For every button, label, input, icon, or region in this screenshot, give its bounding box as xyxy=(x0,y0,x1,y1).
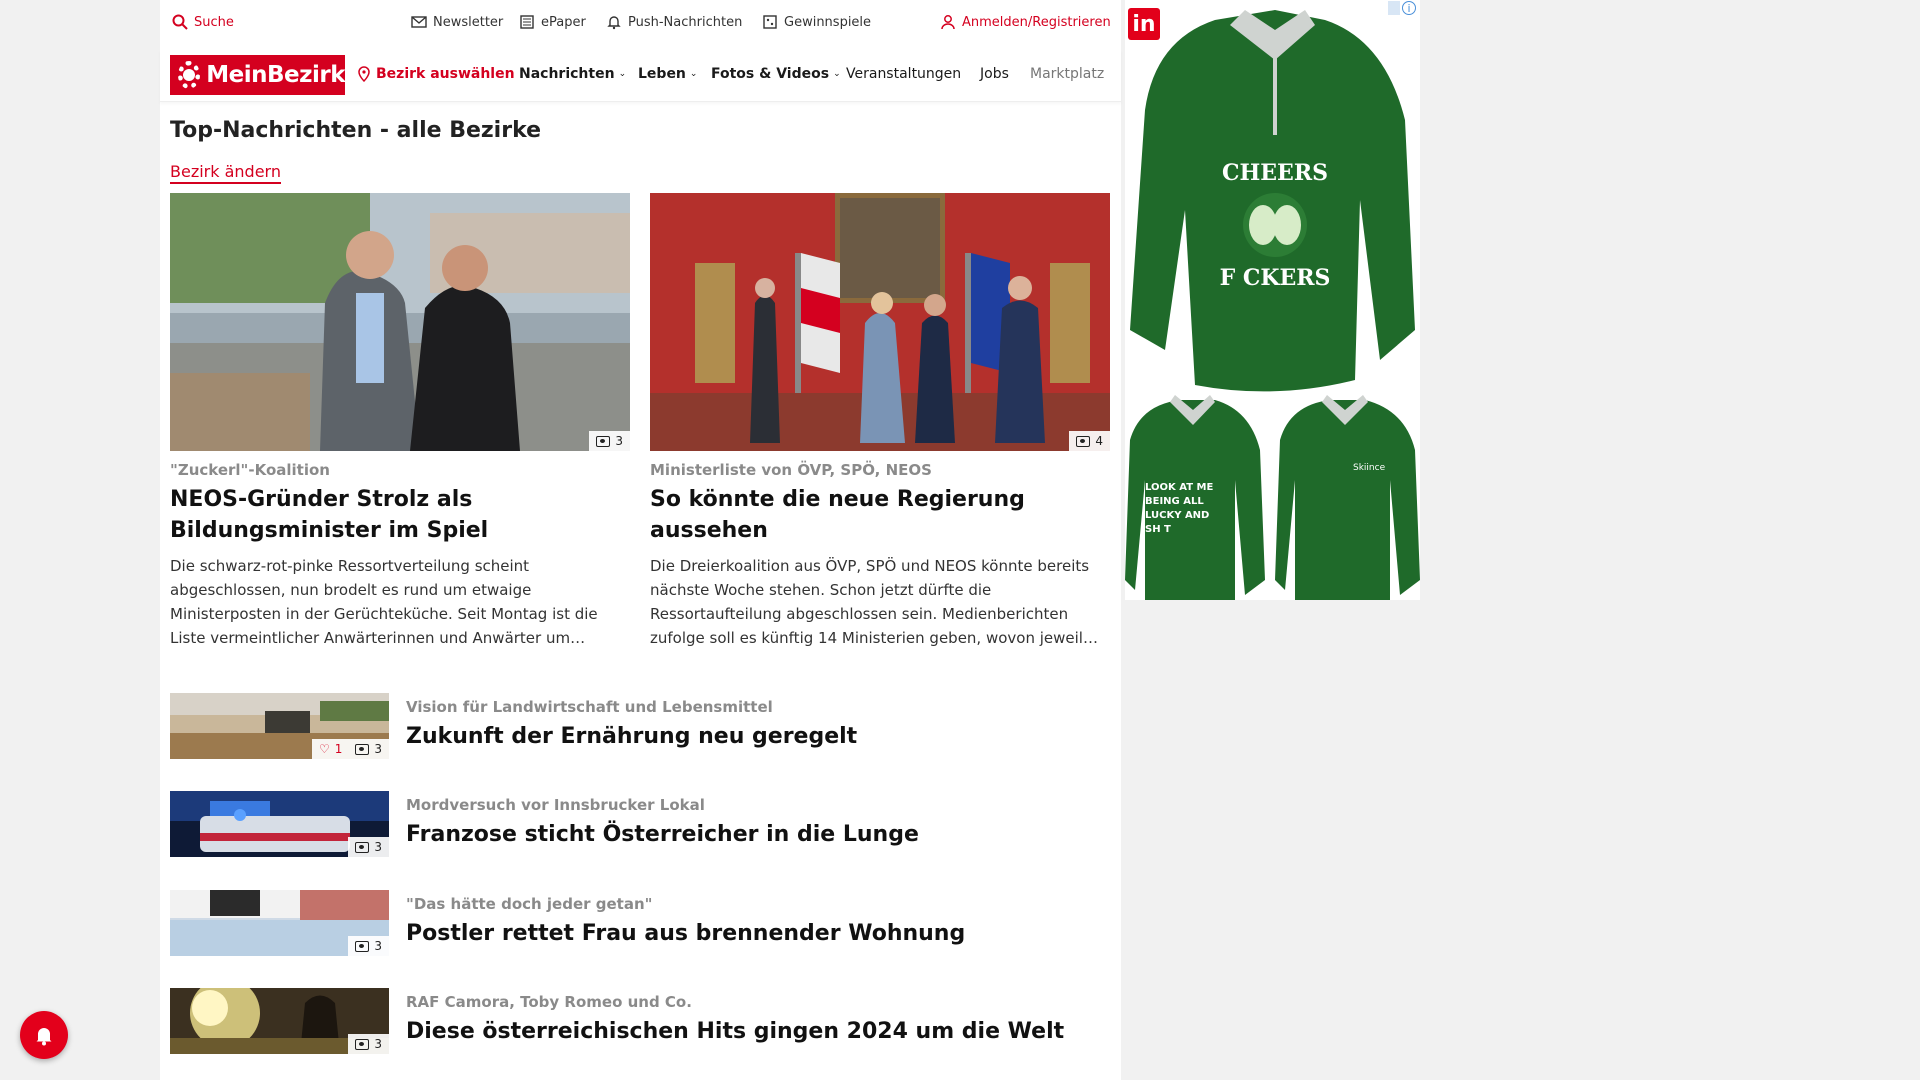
gallery-count-badge: 3 xyxy=(348,1034,389,1054)
nav-label: Leben xyxy=(638,66,686,82)
list-item[interactable]: 3 "Das hätte doch jeder getan" Postler r… xyxy=(170,890,1110,956)
nav-label: Jobs xyxy=(980,66,1009,82)
list-item[interactable]: ♡ 1 3 Vision für Landwirtschaft und Lebe… xyxy=(170,693,1110,759)
camera-icon xyxy=(355,940,370,952)
image-count: 3 xyxy=(615,434,623,448)
camera-icon xyxy=(355,1038,370,1050)
mail-icon xyxy=(411,16,427,28)
article-thumbnail: 3 xyxy=(170,791,389,857)
bezirk-select-label: Bezirk auswählen xyxy=(376,66,515,82)
chevron-down-icon: ⌄ xyxy=(689,69,698,79)
article-headline[interactable]: Franzose sticht Österreicher in die Lung… xyxy=(406,819,919,850)
gallery-count-badge: 3 xyxy=(589,431,630,451)
article-kicker: "Zuckerl"-Koalition xyxy=(170,461,330,479)
ad-shirt-image: CHEERS F CKERS LOOK AT ME BEING ALL LUCK… xyxy=(1125,10,1420,600)
nav-item-marktplatz[interactable]: Marktplatz xyxy=(1030,66,1104,82)
login-link[interactable]: Anmelden/Registrieren xyxy=(940,14,1111,30)
image-count: 3 xyxy=(374,840,382,854)
article-kicker: Mordversuch vor Innsbrucker Lokal xyxy=(406,796,705,814)
newspaper-icon xyxy=(520,15,534,29)
article-thumbnail: 3 xyxy=(170,890,389,956)
ad-shirt-text-top: CHEERS xyxy=(1222,160,1328,186)
prize-icon xyxy=(763,15,777,29)
epaper-link[interactable]: ePaper xyxy=(519,14,586,30)
login-label: Anmelden/Registrieren xyxy=(962,14,1111,30)
article-headline[interactable]: Diese österreichischen Hits gingen 2024 … xyxy=(406,1016,1064,1047)
article-teaser: Die schwarz-rot-pinke Ressortverteilung … xyxy=(170,557,598,647)
logo-text: MeinBezirk xyxy=(206,62,345,88)
featured-article[interactable]: 4 Ministerliste von ÖVP, SPÖ, NEOS So kö… xyxy=(650,193,1110,650)
nav-item-veranstaltungen[interactable]: Veranstaltungen xyxy=(846,66,961,82)
nav-item-leben[interactable]: Leben ⌄ xyxy=(638,66,697,82)
epaper-label: ePaper xyxy=(541,14,586,30)
gallery-count-badge: 4 xyxy=(1069,431,1110,451)
article-headline[interactable]: Zukunft der Ernährung neu geregelt xyxy=(406,721,857,752)
nav-label: Fotos & Videos xyxy=(711,66,830,82)
list-item[interactable]: 3 RAF Camora, Toby Romeo und Co. Diese ö… xyxy=(170,988,1110,1054)
camera-icon xyxy=(596,435,611,447)
image-count: 3 xyxy=(374,742,382,756)
nav-label: Nachrichten xyxy=(519,66,615,82)
site-logo[interactable]: MeinBezirk xyxy=(170,55,345,95)
main-page: Suche Newsletter ePaper Push-Nachrichten… xyxy=(160,0,1121,1080)
image-count: 4 xyxy=(1095,434,1103,448)
list-item[interactable]: 3 Mordversuch vor Innsbrucker Lokal Fran… xyxy=(170,791,1110,857)
gewinnspiele-label: Gewinnspiele xyxy=(784,14,872,30)
article-thumbnail: ♡ 1 3 xyxy=(170,693,389,759)
push-link[interactable]: Push-Nachrichten xyxy=(606,14,742,30)
chevron-down-icon: ⌄ xyxy=(618,69,627,79)
nav-item-nachrichten[interactable]: Nachrichten ⌄ xyxy=(519,66,626,82)
image-count: 3 xyxy=(374,1037,382,1051)
article-headline[interactable]: Postler rettet Frau aus brennender Wohnu… xyxy=(406,918,965,949)
nav-item-jobs[interactable]: Jobs xyxy=(980,66,1009,82)
article-headline[interactable]: NEOS-Gründer Strolz als Bildungsminister… xyxy=(170,484,630,546)
camera-icon xyxy=(355,743,370,755)
image-count: 3 xyxy=(374,939,382,953)
chevron-down-icon: ⌄ xyxy=(833,69,841,79)
change-bezirk-link[interactable]: Bezirk ändern xyxy=(170,162,281,184)
nav-label: Marktplatz xyxy=(1030,66,1105,82)
article-kicker: Ministerliste von ÖVP, SPÖ, NEOS xyxy=(650,461,932,479)
bell-icon xyxy=(607,16,621,30)
page-title: Top-Nachrichten - alle Bezirke xyxy=(170,118,542,143)
like-count: 1 xyxy=(334,742,343,756)
bell-icon xyxy=(36,1028,52,1046)
ad-brand-on-shirt: Skiince xyxy=(1353,463,1386,473)
gallery-count-badge: 3 xyxy=(348,837,389,857)
camera-icon xyxy=(355,841,370,853)
article-teaser: Die Dreierkoalition aus ÖVP, SPÖ und NEO… xyxy=(650,557,1098,647)
gewinnspiele-link[interactable]: Gewinnspiele xyxy=(762,14,871,30)
main-navigation: MeinBezirk Bezirk auswählen Nachrichten ⌄… xyxy=(160,50,1121,102)
bezirk-select-button[interactable]: Bezirk auswählen xyxy=(356,66,515,82)
gallery-count-badge: 3 xyxy=(348,936,389,956)
search-icon xyxy=(172,14,188,30)
advertisement[interactable]: in i CHEERS F CKERS LOOK AT ME BEING ALL… xyxy=(1125,0,1420,600)
article-image: 4 xyxy=(650,193,1110,451)
article-image: 3 xyxy=(170,193,630,451)
article-headline[interactable]: So könnte die neue Regierung aussehen xyxy=(650,484,1110,546)
top-utility-bar: Suche Newsletter ePaper Push-Nachrichten… xyxy=(160,0,1121,46)
article-kicker: RAF Camora, Toby Romeo und Co. xyxy=(406,993,692,1011)
article-thumbnail: 3 xyxy=(170,988,389,1054)
push-notification-button[interactable] xyxy=(20,1011,68,1059)
search-label: Suche xyxy=(194,14,234,30)
nav-item-fotos-videos[interactable]: Fotos & Videos ⌄ xyxy=(711,66,841,82)
logo-icon xyxy=(178,61,201,89)
newsletter-link[interactable]: Newsletter xyxy=(411,14,503,30)
user-icon xyxy=(941,15,955,30)
location-pin-icon xyxy=(358,66,370,82)
article-kicker: Vision für Landwirtschaft und Lebensmitt… xyxy=(406,698,773,716)
camera-icon xyxy=(1076,435,1091,447)
featured-article[interactable]: 3 "Zuckerl"-Koalition NEOS-Gründer Strol… xyxy=(170,193,630,650)
gallery-count-badge: ♡ 1 3 xyxy=(311,739,389,759)
nav-label: Veranstaltungen xyxy=(846,66,962,82)
newsletter-label: Newsletter xyxy=(433,14,504,30)
heart-icon: ♡ xyxy=(318,742,330,756)
article-kicker: "Das hätte doch jeder getan" xyxy=(406,895,653,913)
search-link[interactable]: Suche xyxy=(172,14,234,30)
push-label: Push-Nachrichten xyxy=(628,14,743,30)
ad-shirt-text-bottom: F CKERS xyxy=(1220,265,1331,291)
